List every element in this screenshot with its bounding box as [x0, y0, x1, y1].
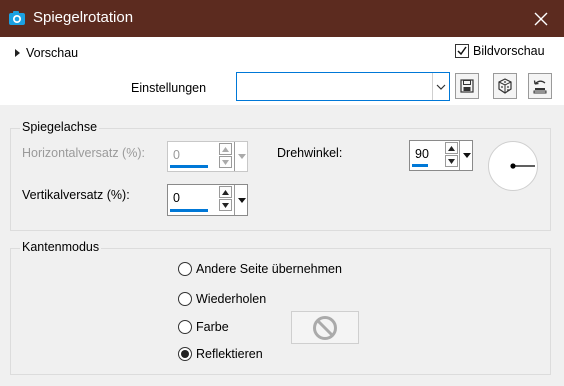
vertical-offset-label: Vertikalversatz (%):	[22, 188, 130, 202]
radio-button[interactable]	[178, 262, 192, 276]
radio-button[interactable]	[178, 292, 192, 306]
save-icon	[460, 79, 474, 93]
caret-down-icon	[237, 197, 246, 203]
arrow-up-icon	[448, 145, 455, 151]
bildvorschau-checkbox-row[interactable]: Bildvorschau	[455, 44, 545, 58]
randomize-button[interactable]	[493, 73, 517, 99]
radio-andere-seite[interactable]: Andere Seite übernehmen	[178, 262, 342, 276]
radio-label: Andere Seite übernehmen	[196, 262, 342, 276]
arrow-up-icon	[222, 146, 229, 152]
rotation-angle-value[interactable]: 90	[415, 147, 429, 161]
title-bar: Spiegelrotation	[0, 0, 564, 37]
settings-label: Einstellungen	[131, 81, 207, 95]
reset-icon	[533, 80, 547, 94]
arrow-up-icon	[222, 189, 229, 195]
arrow-down-icon	[448, 158, 455, 164]
radio-farbe[interactable]: Farbe	[178, 320, 229, 334]
horizontal-offset-value: 0	[173, 148, 180, 162]
radio-selected-dot	[181, 350, 189, 358]
vertical-offset-value[interactable]: 0	[173, 191, 180, 205]
window-title: Spiegelrotation	[33, 9, 134, 26]
rotation-angle-spinner[interactable]: 90	[409, 140, 473, 171]
color-swatch[interactable]	[291, 311, 359, 344]
horizontal-offset-label: Horizontalversatz (%):	[22, 146, 145, 160]
settings-dropdown[interactable]	[236, 72, 450, 101]
horizontal-offset-dropdown	[234, 142, 248, 171]
decrement-button	[219, 156, 232, 168]
expand-triangle-icon	[15, 49, 20, 57]
radio-button[interactable]	[178, 347, 192, 361]
rotation-angle-slider[interactable]	[412, 164, 428, 167]
bildvorschau-checkbox[interactable]	[455, 44, 469, 58]
randomize-dice-icon	[498, 78, 512, 94]
radio-button[interactable]	[178, 320, 192, 334]
increment-button[interactable]	[219, 186, 232, 198]
close-button[interactable]	[518, 0, 564, 37]
decrement-button[interactable]	[219, 199, 232, 211]
kantenmodus-legend: Kantenmodus	[20, 240, 102, 254]
radio-label: Reflektieren	[196, 347, 263, 361]
radio-reflektieren[interactable]: Reflektieren	[178, 347, 263, 361]
camera-icon	[8, 10, 26, 26]
radio-wiederholen[interactable]: Wiederholen	[178, 292, 266, 306]
vertical-offset-arrows	[219, 186, 233, 212]
arrow-down-icon	[222, 202, 229, 208]
rotation-angle-arrows	[445, 142, 459, 168]
decrement-button[interactable]	[445, 155, 458, 167]
increment-button[interactable]	[445, 142, 458, 154]
close-icon	[534, 12, 548, 25]
horizontal-offset-arrows	[219, 143, 233, 169]
angle-pointer-icon	[510, 163, 535, 169]
vertical-offset-spinner[interactable]: 0	[167, 184, 248, 216]
preview-toggle[interactable]: Vorschau	[15, 46, 78, 60]
bildvorschau-label: Bildvorschau	[473, 44, 545, 58]
chevron-down-icon	[436, 84, 446, 90]
caret-down-icon	[237, 154, 246, 159]
spiegelachse-legend: Spiegelachse	[20, 120, 100, 134]
rotation-angle-label: Drehwinkel:	[277, 146, 343, 160]
preview-label: Vorschau	[26, 46, 79, 60]
reset-button[interactable]	[528, 73, 552, 99]
rotation-angle-dropdown[interactable]	[459, 141, 473, 170]
vertical-offset-dropdown[interactable]	[234, 185, 248, 215]
horizontal-offset-spinner: 0	[167, 141, 248, 172]
radio-label: Wiederholen	[196, 292, 267, 306]
increment-button	[219, 143, 232, 155]
caret-down-icon	[462, 153, 471, 158]
checkmark-icon	[457, 46, 467, 56]
horizontal-offset-slider	[170, 165, 208, 168]
vertical-offset-slider[interactable]	[170, 209, 208, 212]
dropdown-arrow[interactable]	[432, 73, 449, 100]
no-color-icon	[313, 315, 337, 340]
save-preset-button[interactable]	[455, 73, 479, 99]
rotation-dial[interactable]	[488, 141, 538, 191]
arrow-down-icon	[222, 159, 229, 165]
radio-label: Farbe	[196, 320, 229, 334]
